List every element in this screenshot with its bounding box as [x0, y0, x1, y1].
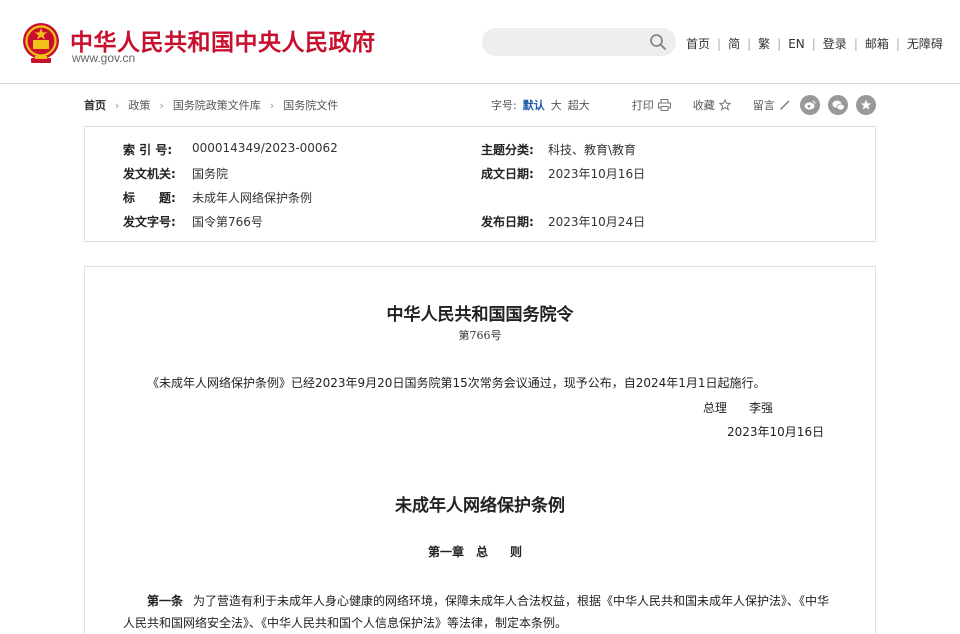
- regulation-title: 未成年人网络保护条例: [395, 496, 565, 516]
- document-meta-table: 索 引 号: 000014349/2023-00062 主题分类: 科技、教育\…: [84, 126, 876, 242]
- nav-separator: |: [717, 36, 722, 51]
- created-date-value: 2023年10月16日: [548, 167, 646, 181]
- meta-row: 索 引 号: 000014349/2023-00062 主题分类: 科技、教育\…: [85, 141, 875, 157]
- breadcrumb-toolbar: 首页 › 政策 › 国务院政策文件库 › 国务院文件 字号: 默认 大 超大 打…: [84, 95, 876, 115]
- nav-email[interactable]: 邮箱: [865, 35, 889, 52]
- comment-button[interactable]: 留言: [753, 97, 791, 113]
- nav-separator: |: [777, 36, 782, 51]
- nav-traditional[interactable]: 繁: [758, 35, 770, 52]
- search-icon[interactable]: [649, 33, 667, 51]
- font-size-label: 字号:: [491, 99, 517, 112]
- nav-separator: |: [895, 36, 900, 51]
- article-number: 第一条: [147, 594, 184, 608]
- breadcrumb-home[interactable]: 首页: [84, 97, 106, 113]
- title-value: 未成年人网络保护条例: [192, 191, 313, 205]
- signer: 总理 李强: [703, 399, 773, 416]
- pen-icon: [779, 100, 790, 110]
- meta-row: 标 题: 未成年人网络保护条例: [85, 189, 875, 205]
- created-date-label: 成文日期:: [481, 167, 534, 181]
- nav-separator: |: [747, 36, 752, 51]
- chapter-number: 第一章: [428, 545, 465, 559]
- comment-label: 留言: [752, 99, 775, 112]
- star-icon: [718, 99, 731, 111]
- sign-date: 2023年10月16日: [727, 425, 825, 439]
- meta-row: 发文字号: 国令第766号 发布日期: 2023年10月24日: [85, 213, 875, 229]
- article-body: 中华人民共和国国务院令 第766号 《未成年人网络保护条例》已经2023年9月2…: [84, 266, 876, 634]
- favorite-label: 收藏: [692, 99, 715, 112]
- wechat-share-button[interactable]: [828, 95, 848, 115]
- share-buttons: [800, 95, 876, 115]
- breadcrumb-state-council-docs[interactable]: 国务院文件: [283, 97, 338, 113]
- print-label: 打印: [631, 99, 654, 112]
- chevron-right-icon: ›: [159, 98, 164, 112]
- index-number-label: 索 引 号:: [123, 143, 173, 157]
- article-paragraph: 第一条 为了营造有利于未成年人身心健康的网络环境，保障未成年人合法权益，根据《中华…: [123, 590, 839, 634]
- site-url[interactable]: www.gov.cn: [72, 51, 135, 65]
- favorite-button[interactable]: 收藏: [693, 97, 731, 113]
- chevron-right-icon: ›: [269, 98, 275, 112]
- issuer-label: 发文机关:: [123, 167, 176, 181]
- national-emblem-icon[interactable]: [22, 22, 60, 64]
- document-number-label: 发文字号:: [123, 215, 176, 229]
- weibo-icon: [804, 100, 816, 110]
- breadcrumb-policy[interactable]: 政策: [128, 97, 150, 113]
- wechat-icon: [831, 100, 845, 110]
- published-date-value: 2023年10月24日: [548, 215, 646, 229]
- chapter-name: 总则: [476, 545, 545, 559]
- subject-category-label: 主题分类:: [481, 143, 534, 157]
- issuer-value: 国务院: [192, 167, 229, 181]
- nav-english[interactable]: EN: [788, 37, 805, 51]
- article-tools: 字号: 默认 大 超大 打印 收藏 留言: [491, 97, 810, 113]
- site-header: 中华人民共和国中央人民政府 www.gov.cn 首页 | 简 | 繁 | EN…: [0, 0, 960, 84]
- published-date-label: 发布日期:: [481, 215, 534, 229]
- meta-row: 发文机关: 国务院 成文日期: 2023年10月16日: [85, 165, 875, 181]
- index-number-value: 000014349/2023-00062: [192, 141, 338, 155]
- font-size-large[interactable]: 大: [551, 97, 562, 113]
- signer-name: 李强: [749, 401, 774, 415]
- print-icon: [657, 99, 671, 111]
- nav-accessibility[interactable]: 无障碍: [907, 35, 943, 52]
- order-title: 中华人民共和国国务院令: [386, 305, 574, 325]
- nav-home[interactable]: 首页: [686, 35, 710, 52]
- breadcrumb-policy-library[interactable]: 国务院政策文件库: [173, 97, 261, 113]
- intro-paragraph: 《未成年人网络保护条例》已经2023年9月20日国务院第15次常务会议通过，现予…: [147, 376, 766, 390]
- chevron-right-icon: ›: [115, 98, 120, 112]
- favorite-share-button[interactable]: [856, 95, 876, 115]
- chapter-heading: 第一章 总则: [428, 543, 544, 560]
- breadcrumb: 首页 › 政策 › 国务院政策文件库 › 国务院文件: [84, 97, 338, 113]
- weibo-share-button[interactable]: [800, 95, 820, 115]
- document-number-value: 国令第766号: [192, 215, 263, 229]
- nav-simplified[interactable]: 简: [728, 35, 740, 52]
- top-nav: 首页 | 简 | 繁 | EN | 登录 | 邮箱 | 无障碍: [686, 35, 943, 52]
- title-label: 标 题:: [123, 191, 176, 205]
- subject-category-value: 科技、教育\教育: [548, 143, 637, 157]
- nav-separator: |: [853, 36, 858, 51]
- nav-login[interactable]: 登录: [823, 35, 847, 52]
- article-text: 为了营造有利于未成年人身心健康的网络环境，保障未成年人合法权益，根据《中华人民共…: [123, 594, 830, 630]
- font-size-xlarge[interactable]: 超大: [568, 97, 590, 113]
- search-input[interactable]: [482, 28, 676, 56]
- font-size-default[interactable]: 默认: [523, 97, 545, 113]
- signer-title: 总理: [703, 401, 728, 415]
- nav-separator: |: [811, 36, 816, 51]
- print-button[interactable]: 打印: [632, 97, 671, 113]
- order-number: 第766号: [458, 329, 502, 342]
- favorite-icon: [860, 99, 872, 110]
